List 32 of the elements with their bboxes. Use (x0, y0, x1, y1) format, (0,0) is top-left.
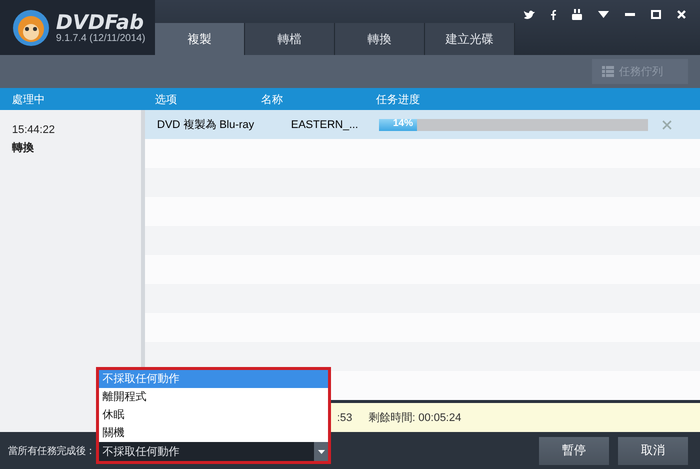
column-header: 處理中 (11, 92, 46, 106)
remaining-time-text: 剩餘時間: 00:05:24 (368, 411, 462, 425)
dropdown-option[interactable]: 關機 (99, 424, 328, 442)
elapsed-time-text: :53 (337, 412, 352, 424)
dropdown-option[interactable]: 離開程式 (99, 388, 328, 406)
tab[interactable]: 轉換 (335, 23, 425, 55)
action-select[interactable]: 不採取任何動作 (99, 442, 328, 461)
task-name: EASTERN_... (291, 118, 360, 130)
version-text: 9.1.7.4 (12/11/2014) (56, 33, 146, 44)
column-header: 名称 (261, 92, 284, 106)
progress-text: 14% (393, 118, 414, 128)
tab[interactable]: 建立光碟 (425, 23, 515, 55)
footer-button[interactable]: 取消 (618, 436, 688, 464)
facebook-icon[interactable] (551, 10, 556, 20)
task-option: DVD 複製為 Blu-ray (145, 117, 291, 132)
list-icon (602, 66, 614, 77)
mascot-logo-icon (12, 8, 50, 46)
maximize-icon[interactable] (651, 10, 661, 19)
after-tasks-label: 當所有任務完成後： (8, 444, 96, 458)
caret-icon (318, 450, 325, 454)
app-logo-text: DVDFab (56, 11, 144, 33)
dropdown-icon[interactable] (598, 11, 609, 18)
footer-button[interactable]: 暫停 (539, 436, 609, 464)
column-header: 任务进度 (376, 92, 420, 106)
tab[interactable]: 複製 (155, 23, 245, 55)
tab[interactable]: 轉檔 (245, 23, 335, 55)
task-row[interactable]: DVD 複製為 Blu-ray EASTERN_... 14% (145, 110, 700, 139)
task-type-label: 轉換 (12, 140, 35, 155)
bird-icon[interactable] (524, 10, 535, 20)
dropdown-option[interactable]: 休眠 (99, 406, 328, 424)
column-header: 选项 (154, 92, 178, 106)
time-text: 15:44:22 (12, 124, 56, 136)
